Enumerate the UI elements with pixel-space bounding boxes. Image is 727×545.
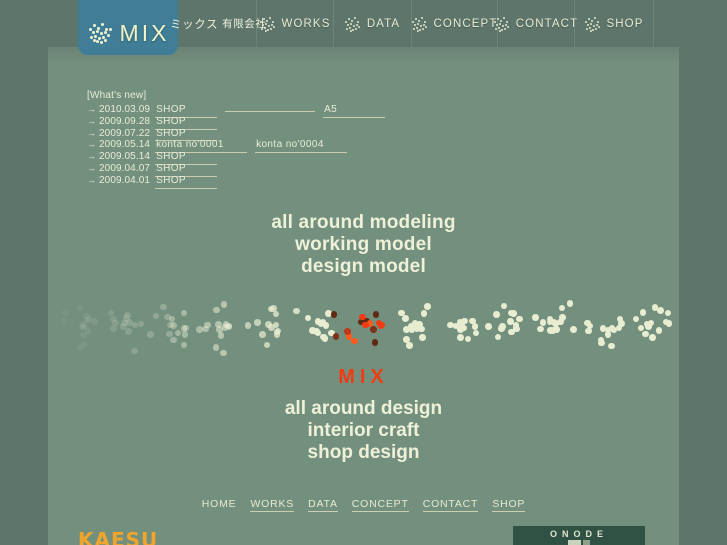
header-gradient-band-4	[48, 59, 679, 63]
kaesu-logo[interactable]: KAESU	[78, 528, 158, 545]
footer-nav-home[interactable]: HOME	[202, 498, 237, 510]
brand-jp-main: ミックス	[170, 18, 219, 31]
whats-new-link[interactable]: konta no'0004	[255, 139, 348, 154]
arrow-icon: →	[87, 139, 96, 150]
site-logo[interactable]: MIX	[78, 0, 178, 55]
whats-new-list: → 2010.03.09 SHOP A5 → 2009.09.28 SHOP → 2009.07…	[87, 104, 507, 189]
hero-line-3: design model	[301, 256, 426, 277]
footer-nav-data[interactable]: DATA	[308, 498, 338, 512]
hero-center-wordmark: MIX	[338, 366, 389, 388]
onode-logo-text: ONODE	[549, 529, 608, 539]
whats-new-row: → 2010.03.09 SHOP A5	[87, 104, 507, 118]
whats-new-date: 2009.09.28	[99, 115, 151, 127]
footer-nav-shop[interactable]: SHOP	[492, 498, 526, 512]
whats-new-date: 2009.04.07	[99, 162, 151, 174]
whats-new-date: 2009.05.14	[99, 139, 151, 151]
dot-cluster-icon	[411, 16, 427, 32]
arrow-icon: →	[87, 162, 96, 173]
arrow-icon: →	[87, 104, 96, 114]
hero-bottom-text: all around design interior craft shop de…	[0, 398, 727, 464]
onode-logo[interactable]: ONODE	[513, 526, 645, 545]
footer-nav-works[interactable]: WORKS	[250, 498, 295, 512]
whats-new-section: [What's new] → 2010.03.09 SHOP A5 → 2009.09.2…	[87, 90, 507, 189]
whats-new-row: → 2009.07.22 SHOP	[87, 127, 507, 142]
brand-japanese-name: ミックス 有限会社	[170, 0, 266, 47]
nav-item-works[interactable]: WORKS	[256, 0, 333, 47]
nav-item-contact[interactable]: CONTACT	[493, 0, 577, 47]
nav-item-label: WORKS	[281, 17, 331, 30]
footer-nav-concept[interactable]: CONCEPT	[351, 498, 409, 512]
nav-item-data[interactable]: DATA	[333, 0, 411, 47]
dot-cluster-icon	[493, 16, 510, 32]
decorative-dot-band	[48, 285, 679, 361]
arrow-icon: →	[87, 151, 96, 162]
nav-item-shop[interactable]: SHOP	[574, 0, 653, 47]
nav-item-label: CONCEPT	[433, 17, 498, 30]
whats-new-row: → 2009.05.14 konta no'0001 konta no'0004	[87, 139, 507, 154]
footer-nav-contact[interactable]: CONTACT	[422, 498, 479, 512]
whats-new-link[interactable]: A5	[323, 104, 386, 118]
whats-new-row: → 2009.09.28 SHOP	[87, 115, 507, 130]
whats-new-row: → 2009.04.01 SHOP	[87, 174, 507, 189]
whats-new-date: 2010.03.09	[99, 104, 151, 115]
whats-new-title: [What's new]	[87, 90, 147, 101]
dot-cluster-icon	[344, 16, 361, 32]
arrow-icon: →	[87, 174, 96, 185]
arrow-icon: →	[87, 115, 96, 126]
site-logo-text: MIX	[119, 19, 170, 46]
hero-line-4: all around design	[284, 398, 443, 419]
page-root: all around modeling working model design…	[0, 0, 727, 545]
whats-new-link[interactable]: SHOP	[155, 175, 218, 189]
arrow-icon: →	[87, 127, 96, 138]
whats-new-row: → 2009.04.07 SHOP	[87, 162, 507, 177]
nav-item-label: CONTACT	[515, 17, 579, 30]
hero-line-5: interior craft	[307, 420, 420, 441]
hero-line-1: all around modeling	[271, 212, 456, 233]
hero-top-text: all around modeling working model design…	[0, 212, 727, 278]
onode-mark-icon	[568, 540, 590, 545]
footer-nav: HOME WORKS DATA CONCEPT CONTACT SHOP	[0, 498, 727, 512]
hero-line-2: working model	[295, 234, 432, 255]
nav-item-concept[interactable]: CONCEPT	[411, 0, 497, 47]
brand-jp-suffix: 有限会社	[222, 18, 267, 30]
nav-divider	[653, 0, 654, 47]
dot-cluster-icon	[584, 16, 600, 32]
whats-new-date: 2009.04.01	[99, 174, 151, 186]
dot-cluster-icon	[87, 20, 113, 46]
hero-line-6: shop design	[307, 442, 420, 463]
whats-new-link-blank[interactable]	[225, 110, 316, 112]
whats-new-date: 2009.07.22	[99, 127, 151, 139]
whats-new-date: 2009.05.14	[99, 151, 151, 163]
nav-item-label: SHOP	[606, 17, 644, 30]
nav-item-label: DATA	[366, 17, 401, 30]
